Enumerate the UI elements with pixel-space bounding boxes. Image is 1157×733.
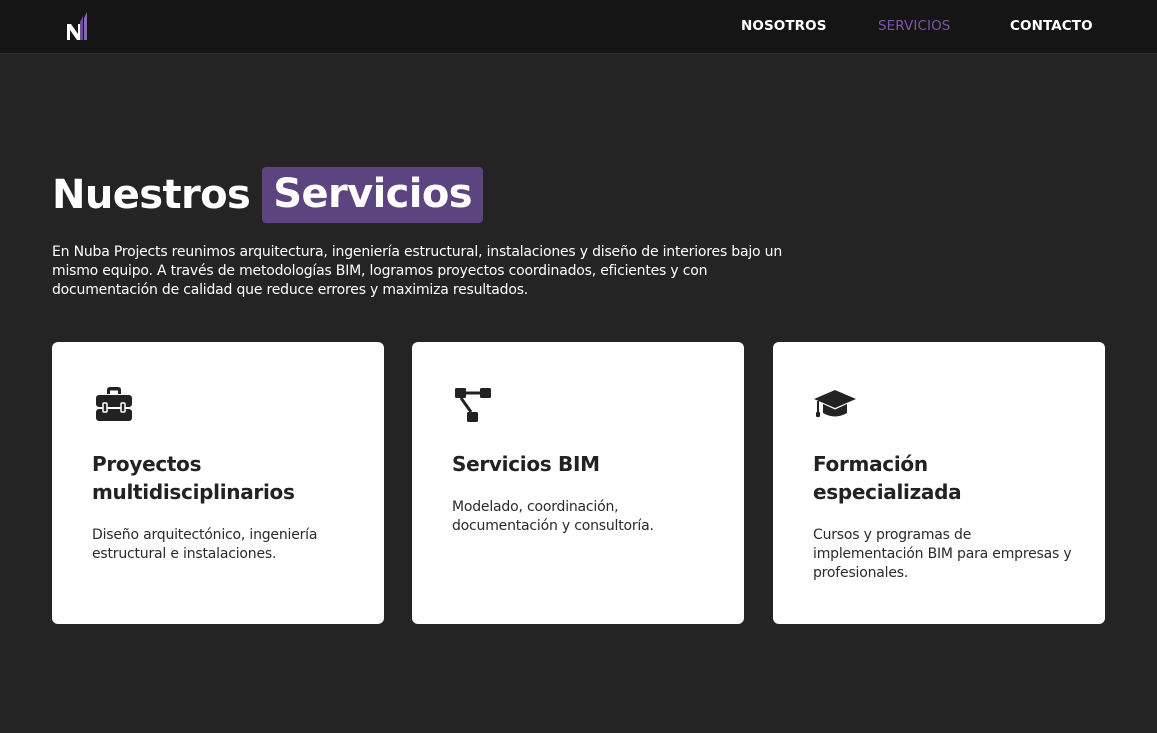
card-description: Diseño arquitectónico, ingeniería estruc…	[92, 527, 318, 562]
card-title: Servicios BIM	[452, 452, 600, 476]
card-description: Cursos y programas de implementación BIM…	[813, 527, 1072, 581]
nav-link-nosotros[interactable]: NOSOTROS	[741, 18, 827, 34]
page-title-highlight: Servicios	[262, 167, 483, 223]
page-title-plain: Nuestros	[52, 172, 251, 218]
intro-paragraph: En Nuba Projects reunimos arquitectura, …	[52, 244, 783, 298]
nuba-n-logo-icon[interactable]	[64, 10, 90, 44]
service-card-proyectos[interactable]: Proyectos multidisciplinarios Diseño arq…	[52, 342, 384, 624]
graduation-cap-icon	[813, 386, 857, 424]
service-card-formacion[interactable]: Formación especializada Cursos y program…	[773, 342, 1105, 624]
nav-link-servicios[interactable]: SERVICIOS	[878, 18, 950, 34]
navbar: NOSOTROS SERVICIOS CONTACTO	[0, 0, 1157, 54]
diagram-flow-icon	[452, 386, 496, 424]
card-title: Formación especializada	[813, 452, 962, 504]
nav-link-contacto[interactable]: CONTACTO	[1010, 18, 1093, 34]
toolbox-icon	[92, 386, 136, 424]
page-title: Nuestros Servicios	[52, 163, 483, 227]
card-description: Modelado, coordinación, documentación y …	[452, 499, 654, 534]
card-title: Proyectos multidisciplinarios	[92, 452, 295, 504]
service-card-bim[interactable]: Servicios BIM Modelado, coordinación, do…	[412, 342, 744, 624]
